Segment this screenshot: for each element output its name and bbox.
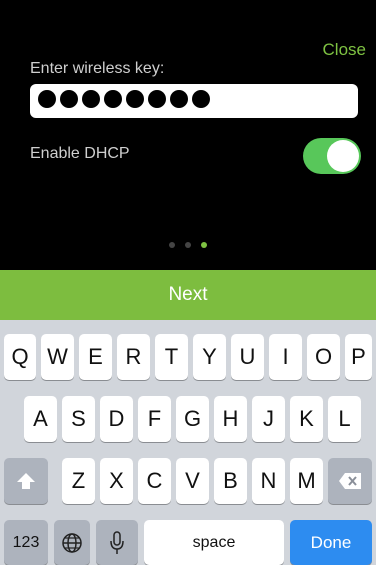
password-dot bbox=[126, 90, 144, 108]
globe-icon bbox=[62, 532, 82, 553]
shift-key[interactable] bbox=[4, 458, 48, 504]
space-key[interactable]: space bbox=[144, 520, 284, 565]
wireless-key-input[interactable] bbox=[30, 84, 358, 118]
key-b[interactable]: B bbox=[214, 458, 247, 504]
password-dot bbox=[170, 90, 188, 108]
key-a[interactable]: A bbox=[24, 396, 57, 442]
key-q[interactable]: Q bbox=[4, 334, 36, 380]
key-p[interactable]: P bbox=[345, 334, 372, 380]
key-g[interactable]: G bbox=[176, 396, 209, 442]
backspace-icon bbox=[339, 473, 361, 489]
keyboard: Q W E R T Y U I O P A S D F G H J K L Z … bbox=[0, 320, 376, 565]
key-s[interactable]: S bbox=[62, 396, 95, 442]
shift-arrow-icon bbox=[17, 473, 35, 489]
key-u[interactable]: U bbox=[231, 334, 264, 380]
toggle-knob bbox=[327, 140, 359, 172]
key-n[interactable]: N bbox=[252, 458, 285, 504]
next-button[interactable]: Next bbox=[0, 270, 376, 320]
dhcp-toggle[interactable] bbox=[303, 138, 361, 174]
key-t[interactable]: T bbox=[155, 334, 188, 380]
page-dot-active[interactable] bbox=[201, 242, 207, 248]
key-d[interactable]: D bbox=[100, 396, 133, 442]
key-r[interactable]: R bbox=[117, 334, 150, 380]
key-x[interactable]: X bbox=[100, 458, 133, 504]
key-f[interactable]: F bbox=[138, 396, 171, 442]
key-k[interactable]: K bbox=[290, 396, 323, 442]
globe-key[interactable] bbox=[54, 520, 90, 565]
key-c[interactable]: C bbox=[138, 458, 171, 504]
masked-password bbox=[38, 90, 210, 108]
microphone-icon bbox=[110, 530, 124, 554]
close-button[interactable]: Close bbox=[323, 40, 366, 60]
password-dot bbox=[148, 90, 166, 108]
key-m[interactable]: M bbox=[290, 458, 323, 504]
key-o[interactable]: O bbox=[307, 334, 340, 380]
key-v[interactable]: V bbox=[176, 458, 209, 504]
key-w[interactable]: W bbox=[41, 334, 74, 380]
password-dot bbox=[38, 90, 56, 108]
key-e[interactable]: E bbox=[79, 334, 112, 380]
numbers-key[interactable]: 123 bbox=[4, 520, 48, 565]
password-dot bbox=[60, 90, 78, 108]
key-i[interactable]: I bbox=[269, 334, 302, 380]
page-dot[interactable] bbox=[169, 242, 175, 248]
wireless-key-label: Enter wireless key: bbox=[30, 60, 165, 77]
password-dot bbox=[82, 90, 100, 108]
page-dot[interactable] bbox=[185, 242, 191, 248]
backspace-key[interactable] bbox=[328, 458, 372, 504]
done-key[interactable]: Done bbox=[290, 520, 372, 565]
key-l[interactable]: L bbox=[328, 396, 361, 442]
key-z[interactable]: Z bbox=[62, 458, 95, 504]
dictation-key[interactable] bbox=[96, 520, 138, 565]
dhcp-label: Enable DHCP bbox=[30, 145, 130, 162]
page-indicator bbox=[0, 242, 376, 248]
wifi-setup-panel: Close Enter wireless key: Enable DHCP bbox=[0, 0, 376, 270]
key-y[interactable]: Y bbox=[193, 334, 226, 380]
password-dot bbox=[104, 90, 122, 108]
key-j[interactable]: J bbox=[252, 396, 285, 442]
key-h[interactable]: H bbox=[214, 396, 247, 442]
password-dot bbox=[192, 90, 210, 108]
